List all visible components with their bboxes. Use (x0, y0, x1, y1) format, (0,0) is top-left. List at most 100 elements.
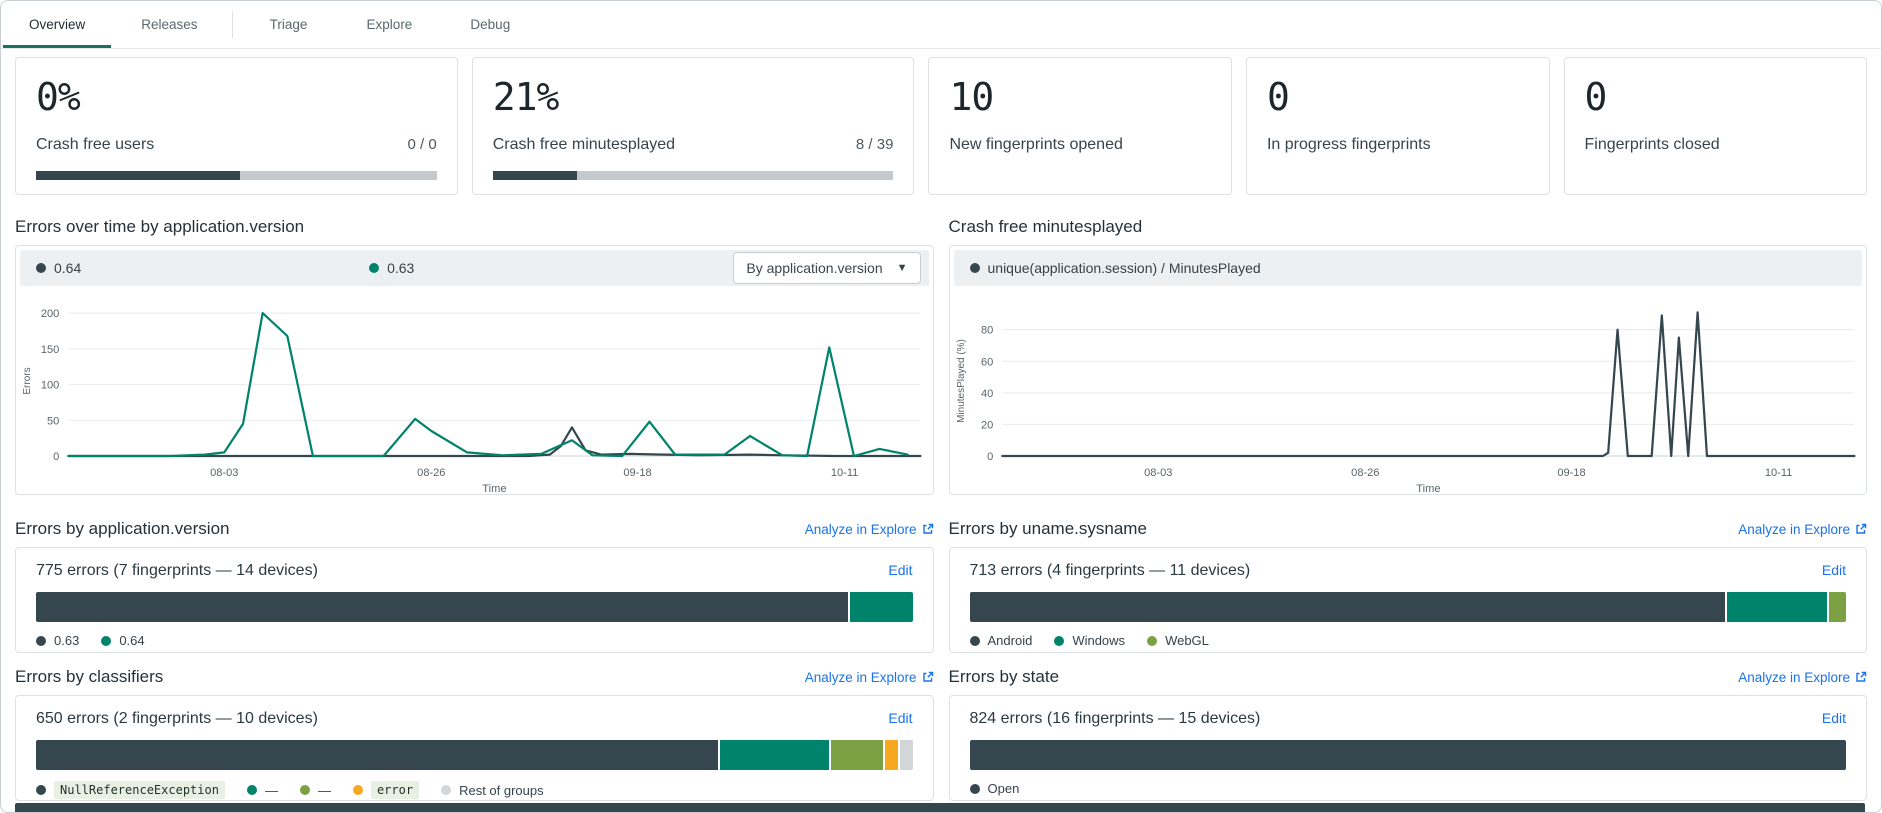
svg-text:09-18: 09-18 (1557, 467, 1585, 479)
errors-by-classifiers-bar-legend: NullReferenceException——errorRest of gro… (36, 781, 913, 799)
legend-dot-icon (970, 636, 980, 646)
new-fingerprints-label: New fingerprints opened (949, 136, 1122, 154)
analyze-link-label: Analyze in Explore (805, 670, 917, 685)
tab-releases-label: Releases (141, 17, 197, 32)
legend-item[interactable]: 0.64 (36, 260, 369, 276)
bar-segment[interactable] (36, 592, 848, 622)
svg-text:50: 50 (47, 415, 59, 427)
errors-by-state-section: Errors by state Analyze in Explore 824 e… (949, 665, 1868, 801)
fingerprints-closed-value: 0 (1585, 76, 1847, 120)
fingerprints-closed-label: Fingerprints closed (1585, 136, 1720, 154)
svg-text:10-11: 10-11 (1764, 467, 1791, 479)
tab-overview-label: Overview (29, 17, 85, 32)
errors-by-application-version-title: Errors by application.version (15, 517, 229, 541)
legend-label: Windows (1072, 633, 1125, 648)
crash-free-minutesplayed-section: Crash free minutesplayed unique(applicat… (949, 215, 1868, 495)
errors-by-application-version-section: Errors by application.version Analyze in… (15, 517, 934, 653)
bar-segment[interactable] (1829, 592, 1846, 622)
crash-free-minutesplayed-panel: unique(application.session) / MinutesPla… (949, 245, 1868, 495)
legend-label: — (265, 783, 278, 798)
edit-link[interactable]: Edit (1822, 710, 1846, 726)
legend-dot-icon (300, 785, 310, 795)
errors-by-application-version-bar-legend: 0.630.64 (36, 633, 913, 648)
card-crash-free-users: 0% Crash free users 0 / 0 (15, 57, 458, 195)
analyze-in-explore-link[interactable]: Analyze in Explore (1738, 670, 1867, 685)
card-crash-free-minutesplayed: 21% Crash free minutesplayed 8 / 39 (472, 57, 915, 195)
errors-by-classifiers-bar (36, 740, 913, 770)
analyze-link-label: Analyze in Explore (1738, 670, 1850, 685)
errors-over-time-legend: 0.640.63 By application.version ▼ (20, 250, 929, 286)
legend-dot-icon (369, 263, 379, 273)
inprogress-fingerprints-value: 0 (1267, 76, 1529, 120)
svg-text:10-11: 10-11 (831, 467, 858, 479)
errors-by-state-title: Errors by state (949, 665, 1060, 689)
svg-text:Time: Time (1416, 483, 1440, 495)
analyze-link-label: Analyze in Explore (805, 522, 917, 537)
analyze-in-explore-link[interactable]: Analyze in Explore (805, 522, 934, 537)
errors-by-application-version-card: 775 errors (7 fingerprints — 14 devices)… (15, 547, 934, 653)
edit-link[interactable]: Edit (888, 562, 912, 578)
bar-segment[interactable] (900, 740, 912, 770)
legend-item: Android (970, 633, 1033, 648)
card-inprogress-fingerprints: 0 In progress fingerprints (1246, 57, 1550, 195)
group-by-dropdown-label: By application.version (746, 260, 882, 276)
legend-label: Android (988, 633, 1033, 648)
legend-dot-icon (1147, 636, 1157, 646)
svg-text:MinutesPlayed (%): MinutesPlayed (%) (956, 339, 967, 423)
svg-text:08-03: 08-03 (210, 467, 238, 479)
legend-item: NullReferenceException (36, 781, 225, 799)
bar-segment[interactable] (850, 592, 913, 622)
crash-free-users-progressbar (36, 171, 437, 180)
bar-segment[interactable] (970, 740, 1847, 770)
svg-text:60: 60 (980, 356, 992, 368)
errors-by-state-bar (970, 740, 1847, 770)
svg-text:Errors: Errors (22, 367, 33, 394)
svg-text:150: 150 (41, 344, 59, 356)
errors-by-application-version-summary: 775 errors (7 fingerprints — 14 devices) (36, 562, 318, 580)
legend-item[interactable]: 0.63 (369, 260, 702, 276)
crash-free-users-value: 0% (36, 76, 437, 120)
stat-cards-row: 0% Crash free users 0 / 0 21% Crash free… (15, 57, 1867, 195)
edit-link[interactable]: Edit (1822, 562, 1846, 578)
tab-explore[interactable]: Explore (339, 1, 441, 48)
errors-over-time-title: Errors over time by application.version (15, 215, 934, 239)
analyze-in-explore-link[interactable]: Analyze in Explore (805, 670, 934, 685)
crash-free-minutesplayed-fraction: 8 / 39 (856, 136, 894, 153)
errors-by-state-bar-legend: Open (970, 781, 1847, 796)
svg-text:08-26: 08-26 (1351, 467, 1379, 479)
tab-triage[interactable]: Triage (239, 1, 339, 48)
legend-item: Rest of groups (441, 783, 544, 798)
legend-item: Open (970, 781, 1020, 796)
bar-segment[interactable] (885, 740, 898, 770)
crash-free-users-label: Crash free users (36, 136, 154, 154)
legend-label: 0.63 (54, 633, 79, 648)
tab-overview[interactable]: Overview (1, 1, 113, 48)
crash-free-minutesplayed-value: 21% (493, 76, 894, 120)
errors-by-classifiers-title: Errors by classifiers (15, 665, 163, 689)
crash-free-users-fraction: 0 / 0 (408, 136, 437, 153)
bar-segment[interactable] (720, 740, 830, 770)
errors-by-uname-sysname-bar (970, 592, 1847, 622)
new-fingerprints-value: 10 (949, 76, 1211, 120)
edit-link[interactable]: Edit (888, 710, 912, 726)
card-new-fingerprints: 10 New fingerprints opened (928, 57, 1232, 195)
legend-dot-icon (1054, 636, 1064, 646)
bar-segment[interactable] (831, 740, 883, 770)
bar-segment[interactable] (970, 592, 1726, 622)
charts-row: Errors over time by application.version … (15, 215, 1867, 495)
bar-segment[interactable] (1727, 592, 1827, 622)
horizontal-scrollbar[interactable] (15, 803, 1865, 812)
svg-text:200: 200 (41, 308, 59, 320)
group-by-dropdown[interactable]: By application.version ▼ (733, 252, 920, 284)
errors-over-time-section: Errors over time by application.version … (15, 215, 934, 495)
legend-item[interactable]: unique(application.session) / MinutesPla… (970, 260, 1261, 276)
svg-text:20: 20 (980, 419, 992, 431)
tab-debug[interactable]: Debug (440, 1, 540, 48)
bar-segment[interactable] (36, 740, 718, 770)
errors-by-application-version-bar (36, 592, 913, 622)
legend-label: Open (988, 781, 1020, 796)
svg-text:0: 0 (53, 451, 59, 463)
analyze-in-explore-link[interactable]: Analyze in Explore (1738, 522, 1867, 537)
external-link-icon (1855, 671, 1867, 683)
tab-releases[interactable]: Releases (113, 1, 225, 48)
